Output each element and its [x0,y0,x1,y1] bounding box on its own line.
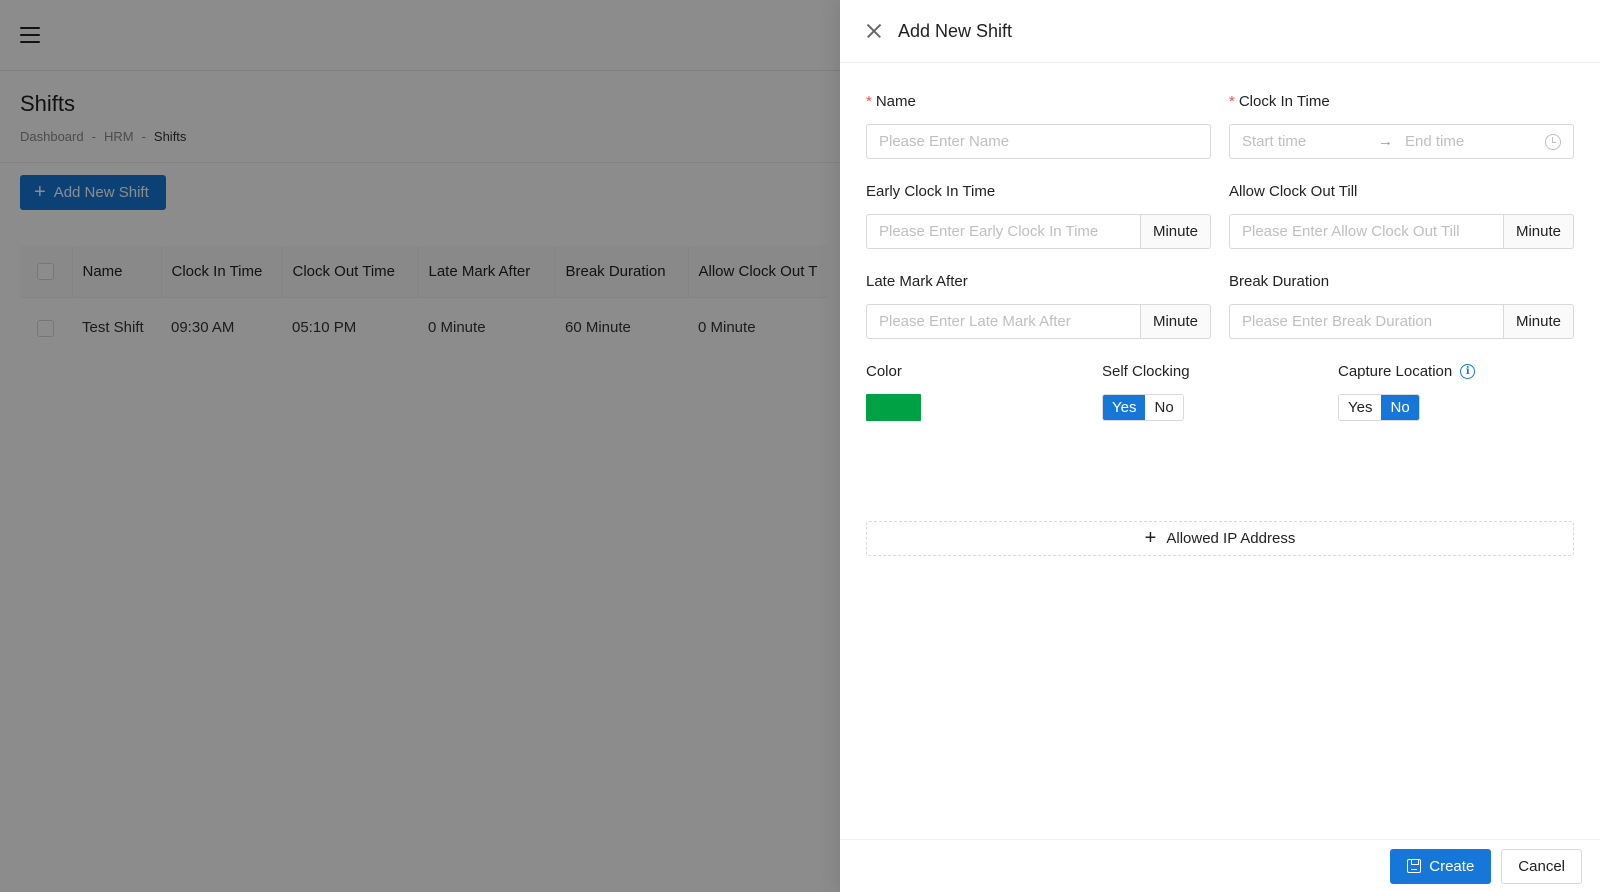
form-row-4: Color Self Clocking Yes No Capture Locat… [866,361,1574,421]
name-input[interactable] [866,124,1211,159]
name-label-text: Name [875,92,916,110]
capture-location-toggle: Yes No [1338,394,1420,421]
color-field: Color [866,361,1102,421]
late-mark-input[interactable] [866,304,1141,339]
drawer-footer: Create Cancel [840,839,1600,892]
close-icon[interactable] [864,21,884,41]
clock-icon[interactable] [1545,133,1561,150]
late-mark-field: Late Mark After Minute [866,271,1211,339]
allow-clock-out-label: Allow Clock Out Till [1229,182,1358,200]
drawer-title: Add New Shift [898,20,1013,41]
early-clock-in-input[interactable] [866,214,1141,249]
form-row-3: Late Mark After Minute Break Duration Mi… [866,271,1574,339]
minute-addon: Minute [1503,304,1574,339]
early-clock-in-label: Early Clock In Time [866,182,996,200]
late-mark-label: Late Mark After [866,272,968,290]
capture-location-no[interactable]: No [1381,395,1419,420]
required-mark: * [1229,92,1235,110]
early-clock-in-field: Early Clock In Time Minute [866,181,1211,249]
minute-addon: Minute [1503,214,1574,249]
capture-location-field: Capture Location i Yes No [1338,361,1574,421]
minute-addon: Minute [1140,304,1211,339]
save-icon [1407,859,1422,873]
name-label: * Name [866,91,1211,111]
start-time-input[interactable] [1242,133,1372,150]
allowed-ip-label: Allowed IP Address [1166,530,1296,547]
info-icon[interactable]: i [1460,363,1476,379]
allow-clock-out-input[interactable] [1229,214,1504,249]
drawer-body: * Name * Clock In Time → E [840,63,1600,839]
self-clocking-no[interactable]: No [1145,395,1183,420]
required-mark: * [866,92,872,110]
break-duration-input[interactable] [1229,304,1504,339]
allow-clock-out-field: Allow Clock Out Till Minute [1229,181,1574,249]
self-clocking-field: Self Clocking Yes No [1102,361,1338,421]
arrow-right-icon: → [1378,133,1393,150]
break-duration-field: Break Duration Minute [1229,271,1574,339]
create-label: Create [1429,857,1475,875]
add-shift-drawer: Add New Shift * Name * Clock In Time → [840,0,1600,892]
name-field: * Name [866,91,1211,159]
self-clocking-toggle: Yes No [1102,394,1184,421]
capture-location-yes[interactable]: Yes [1339,395,1382,420]
late-mark-group: Minute [866,304,1211,339]
clock-in-field: * Clock In Time → [1229,91,1574,159]
capture-location-label-text: Capture Location [1338,362,1453,380]
capture-location-label: Capture Location i [1338,361,1574,381]
drawer-header: Add New Shift [840,0,1600,63]
plus-icon: + [1144,526,1157,549]
color-label: Color [866,362,902,380]
create-button[interactable]: Create [1390,848,1492,884]
form-row-2: Early Clock In Time Minute Allow Clock O… [866,181,1574,249]
color-swatch[interactable] [866,394,921,421]
early-clock-in-group: Minute [866,214,1211,249]
minute-addon: Minute [1140,214,1211,249]
form-row-1: * Name * Clock In Time → [866,91,1574,159]
clock-in-label: * Clock In Time [1229,91,1574,111]
self-clocking-label: Self Clocking [1102,362,1190,380]
clock-in-range-picker[interactable]: → [1229,124,1574,159]
allow-clock-out-group: Minute [1229,214,1574,249]
clock-in-label-text: Clock In Time [1238,92,1330,110]
cancel-button[interactable]: Cancel [1501,848,1582,884]
break-duration-group: Minute [1229,304,1574,339]
add-allowed-ip-button[interactable]: + Allowed IP Address [866,521,1574,556]
self-clocking-yes[interactable]: Yes [1103,395,1146,420]
end-time-input[interactable] [1405,133,1535,150]
break-duration-label: Break Duration [1229,272,1330,290]
